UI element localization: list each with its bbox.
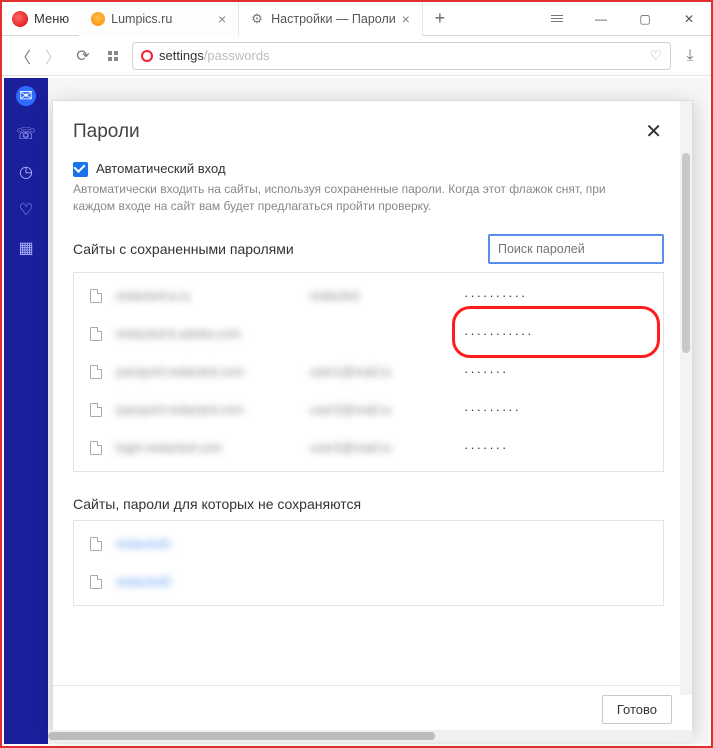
site-cell: redacted2 bbox=[116, 575, 296, 589]
close-icon[interactable]: × bbox=[402, 11, 410, 27]
done-button[interactable]: Готово bbox=[602, 695, 672, 724]
bookmarks-icon[interactable]: ♡ bbox=[16, 200, 36, 220]
site-cell: redacted-b.adobe.com bbox=[116, 327, 296, 341]
minimize-icon[interactable]: — bbox=[579, 2, 623, 36]
passwords-dialog: ✕ Пароли Автоматический вход Автоматичес… bbox=[52, 100, 693, 734]
title-bar: Меню Lumpics.ru × ⚙ Настройки — Пароли ×… bbox=[2, 2, 711, 36]
page-icon bbox=[90, 365, 102, 379]
more-icon[interactable] bbox=[535, 2, 579, 36]
auto-login-description: Автоматически входить на сайты, использу… bbox=[73, 181, 664, 216]
address-bar: 〈 〉 ⟳ settings/passwords ♡ ⤓ bbox=[2, 36, 711, 76]
dialog-title: Пароли bbox=[73, 121, 664, 143]
horizontal-scrollbar[interactable] bbox=[48, 730, 693, 742]
table-row[interactable]: login-redacted.com user3@mail.ru ······· bbox=[74, 429, 663, 467]
address-text: settings/passwords bbox=[159, 48, 270, 63]
maximize-icon[interactable]: ▢ bbox=[623, 2, 667, 36]
site-cell: redacted1 bbox=[116, 537, 296, 551]
history-icon[interactable]: ◷ bbox=[16, 162, 36, 182]
window-close-icon[interactable]: ✕ bbox=[667, 2, 711, 36]
site-cell: passport-redacted.com bbox=[116, 365, 296, 379]
search-passwords-input[interactable] bbox=[488, 234, 664, 264]
site-cell: passport-redacted.com bbox=[116, 403, 296, 417]
gear-icon: ⚙ bbox=[251, 12, 265, 26]
table-row[interactable]: redacted1 bbox=[74, 525, 663, 563]
favicon-lumpics-icon bbox=[91, 12, 105, 26]
back-button[interactable]: 〈 bbox=[12, 45, 34, 67]
address-field[interactable]: settings/passwords ♡ bbox=[132, 42, 671, 70]
user-cell: redacted bbox=[310, 289, 450, 303]
opera-o-icon bbox=[141, 50, 153, 62]
auto-login-label: Автоматический вход bbox=[96, 161, 226, 176]
extensions-icon[interactable]: ▦ bbox=[16, 238, 36, 258]
dialog-footer: Готово bbox=[53, 685, 692, 733]
page-icon bbox=[90, 441, 102, 455]
new-tab-button[interactable]: + bbox=[423, 2, 457, 36]
window-controls: — ▢ ✕ bbox=[535, 2, 711, 36]
auto-login-checkbox[interactable] bbox=[73, 162, 88, 177]
page-icon bbox=[90, 327, 102, 341]
dialog-close-icon[interactable]: ✕ bbox=[645, 119, 662, 144]
tab-strip: Lumpics.ru × ⚙ Настройки — Пароли × + bbox=[79, 2, 535, 36]
site-cell: redacted-a.ru bbox=[116, 289, 296, 303]
whatsapp-icon[interactable]: ☏ bbox=[16, 124, 36, 144]
reload-button[interactable]: ⟳ bbox=[72, 45, 94, 67]
page-icon bbox=[90, 403, 102, 417]
page-icon bbox=[90, 575, 102, 589]
table-row[interactable]: passport-redacted.com user1@mail.ru ····… bbox=[74, 353, 663, 391]
table-row[interactable]: passport-redacted.com user2@mail.ru ····… bbox=[74, 391, 663, 429]
tab-title: Lumpics.ru bbox=[111, 12, 172, 26]
user-cell: user2@mail.ru bbox=[310, 403, 450, 417]
speeddial-button[interactable] bbox=[102, 45, 124, 67]
never-save-heading: Сайты, пароли для которых не сохраняются bbox=[73, 496, 664, 512]
forward-button[interactable]: 〉 bbox=[42, 45, 64, 67]
password-mask: ·········· bbox=[464, 288, 527, 303]
password-mask: ······· bbox=[464, 440, 508, 455]
tab-title: Настройки — Пароли bbox=[271, 12, 396, 26]
saved-passwords-heading: Сайты с сохраненными паролями bbox=[73, 241, 294, 257]
site-cell: login-redacted.com bbox=[116, 441, 296, 455]
password-mask: ······· bbox=[464, 364, 508, 379]
password-mask: ········· bbox=[464, 402, 521, 417]
sidebar: ✉ ☏ ◷ ♡ ▦ bbox=[4, 78, 48, 744]
password-mask: ··········· bbox=[464, 326, 534, 341]
page-icon bbox=[90, 289, 102, 303]
page-icon bbox=[90, 537, 102, 551]
opera-logo-icon bbox=[12, 11, 28, 27]
messenger-icon[interactable]: ✉ bbox=[16, 86, 36, 106]
tab-settings-passwords[interactable]: ⚙ Настройки — Пароли × bbox=[239, 2, 423, 36]
table-row[interactable]: redacted-b.adobe.com ··········· bbox=[74, 315, 663, 353]
tab-lumpics[interactable]: Lumpics.ru × bbox=[79, 2, 239, 36]
close-icon[interactable]: × bbox=[218, 11, 226, 27]
menu-label: Меню bbox=[34, 11, 69, 26]
saved-passwords-list: redacted-a.ru redacted ·········· redact… bbox=[73, 272, 664, 472]
heart-icon[interactable]: ♡ bbox=[649, 47, 662, 64]
table-row[interactable]: redacted2 bbox=[74, 563, 663, 601]
table-row[interactable]: redacted-a.ru redacted ·········· bbox=[74, 277, 663, 315]
user-cell: user1@mail.ru bbox=[310, 365, 450, 379]
user-cell: user3@mail.ru bbox=[310, 441, 450, 455]
menu-button[interactable]: Меню bbox=[2, 2, 79, 36]
download-icon[interactable]: ⤓ bbox=[679, 45, 701, 67]
never-save-list: redacted1 redacted2 bbox=[73, 520, 664, 606]
